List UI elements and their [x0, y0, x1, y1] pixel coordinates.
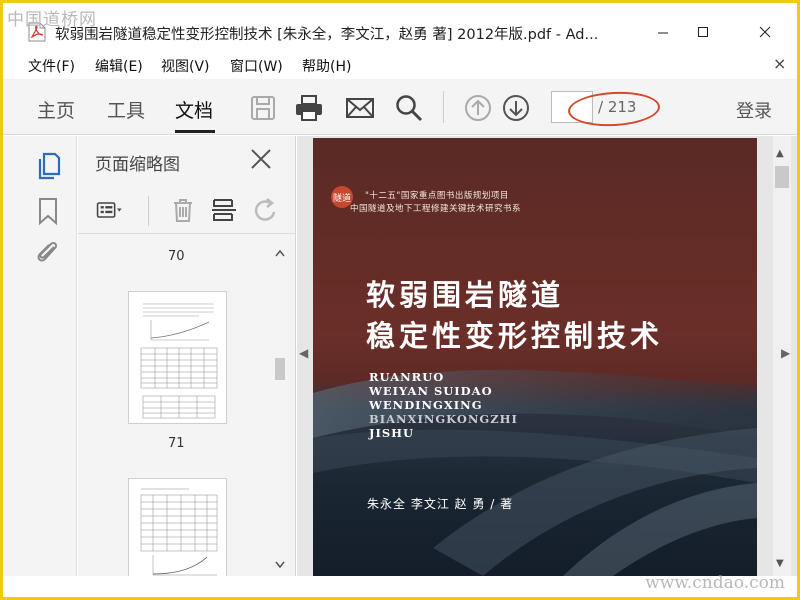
thumbnails-panel: 页面缩略图 70 71 — [78, 136, 296, 576]
options-icon[interactable] — [96, 196, 124, 224]
active-tab-indicator — [175, 130, 215, 133]
save-icon[interactable] — [248, 93, 278, 123]
document-view[interactable]: ◀ 隧道 "十二五"国家重点图书出版规划项目 中国隧道及地下工程修建关键技术研究… — [297, 136, 797, 576]
thumbnail-label-70: 70 — [168, 249, 185, 264]
book-cover-page: 隧道 "十二五"国家重点图书出版规划项目 中国隧道及地下工程修建关键技术研究书系… — [313, 138, 757, 576]
rotate-icon[interactable] — [252, 196, 280, 224]
panel-title: 页面缩略图 — [95, 155, 180, 175]
cover-series-line1: "十二五"国家重点图书出版规划项目 — [365, 191, 509, 201]
cover-title-line2: 稳定性变形控制技术 — [366, 319, 664, 353]
page-up-icon[interactable] — [463, 93, 493, 123]
thumbnail-page-72-preview — [140, 488, 218, 576]
maximize-icon — [698, 27, 708, 37]
thumbnail-scrollbar[interactable] — [272, 248, 288, 572]
tab-document[interactable]: 文档 — [175, 96, 213, 123]
print-icon[interactable] — [294, 93, 324, 123]
close-window-button[interactable] — [745, 17, 785, 47]
minimize-button[interactable] — [643, 17, 683, 47]
scroll-up-icon[interactable]: ▲ — [776, 148, 784, 159]
expand-right-panel-icon[interactable]: ▶ — [781, 346, 790, 360]
page-down-icon[interactable] — [501, 93, 531, 123]
close-document-button[interactable]: × — [773, 54, 786, 73]
extract-icon[interactable] — [210, 196, 238, 224]
delete-icon[interactable] — [169, 196, 197, 224]
thumbnail-page-71[interactable] — [128, 291, 227, 424]
panel-separator — [148, 196, 149, 226]
cover-pinyin-line: RUANRUO — [369, 370, 445, 384]
menu-view[interactable]: 视图(V) — [161, 56, 210, 76]
bookmark-icon[interactable] — [35, 196, 61, 226]
page-thumbnails-icon[interactable] — [35, 150, 61, 180]
watermark-top: 中国道桥网 — [7, 10, 97, 30]
attachment-icon[interactable] — [35, 238, 61, 268]
close-icon — [759, 26, 771, 38]
scrollbar-thumb[interactable] — [775, 166, 789, 188]
close-icon[interactable] — [250, 148, 272, 170]
cover-pinyin-line: JISHU — [369, 426, 415, 440]
navigation-rail — [3, 136, 77, 576]
cover-authors: 朱永全 李文江 赵 勇 / 著 — [367, 497, 514, 511]
thumbnail-page-72[interactable] — [128, 478, 227, 576]
thumbnail-page-71-preview — [140, 303, 218, 419]
cover-pinyin-line: WENDINGXING — [369, 398, 483, 412]
email-icon[interactable] — [345, 93, 375, 123]
minimize-icon — [658, 32, 668, 34]
menu-window[interactable]: 窗口(W) — [230, 56, 283, 76]
title-bar: 软弱围岩隧道稳定性变形控制技术 [朱永全，李文江，赵勇 著] 2012年版.pd… — [3, 3, 797, 49]
window-title: 软弱围岩隧道稳定性变形控制技术 [朱永全，李文江，赵勇 著] 2012年版.pd… — [55, 27, 599, 43]
cover-title-line1: 软弱围岩隧道 — [366, 278, 565, 312]
toolbar: 主页 工具 文档 / 213 登录 — [3, 79, 797, 135]
panel-toolbar — [78, 184, 296, 234]
login-button[interactable]: 登录 — [736, 97, 772, 123]
cover-pinyin-line: BIANXINGKONGZHI — [369, 412, 518, 426]
app-window: 中国道桥网 软弱围岩隧道稳定性变形控制技术 [朱永全，李文江，赵勇 著] 201… — [0, 0, 800, 600]
search-icon[interactable] — [394, 93, 424, 123]
cover-series-line2: 中国隧道及地下工程修建关键技术研究书系 — [350, 204, 522, 214]
collapse-left-panel-icon[interactable]: ◀ — [299, 346, 308, 360]
tab-tools[interactable]: 工具 — [107, 96, 145, 123]
cover-pinyin-line: WEIYAN SUIDAO — [369, 384, 493, 398]
scroll-down-icon[interactable]: ▼ — [776, 558, 784, 569]
menu-help[interactable]: 帮助(H) — [302, 56, 351, 76]
toolbar-separator — [443, 91, 444, 123]
tab-home[interactable]: 主页 — [37, 96, 75, 123]
menu-file[interactable]: 文件(F) — [28, 56, 75, 76]
menu-edit[interactable]: 编辑(E) — [95, 56, 143, 76]
maximize-button[interactable] — [683, 17, 723, 47]
thumbnail-label-71: 71 — [168, 436, 185, 451]
watermark-bottom: www.cndao.com — [645, 573, 785, 593]
menu-bar: 文件(F) 编辑(E) 视图(V) 窗口(W) 帮助(H) × — [3, 51, 797, 77]
